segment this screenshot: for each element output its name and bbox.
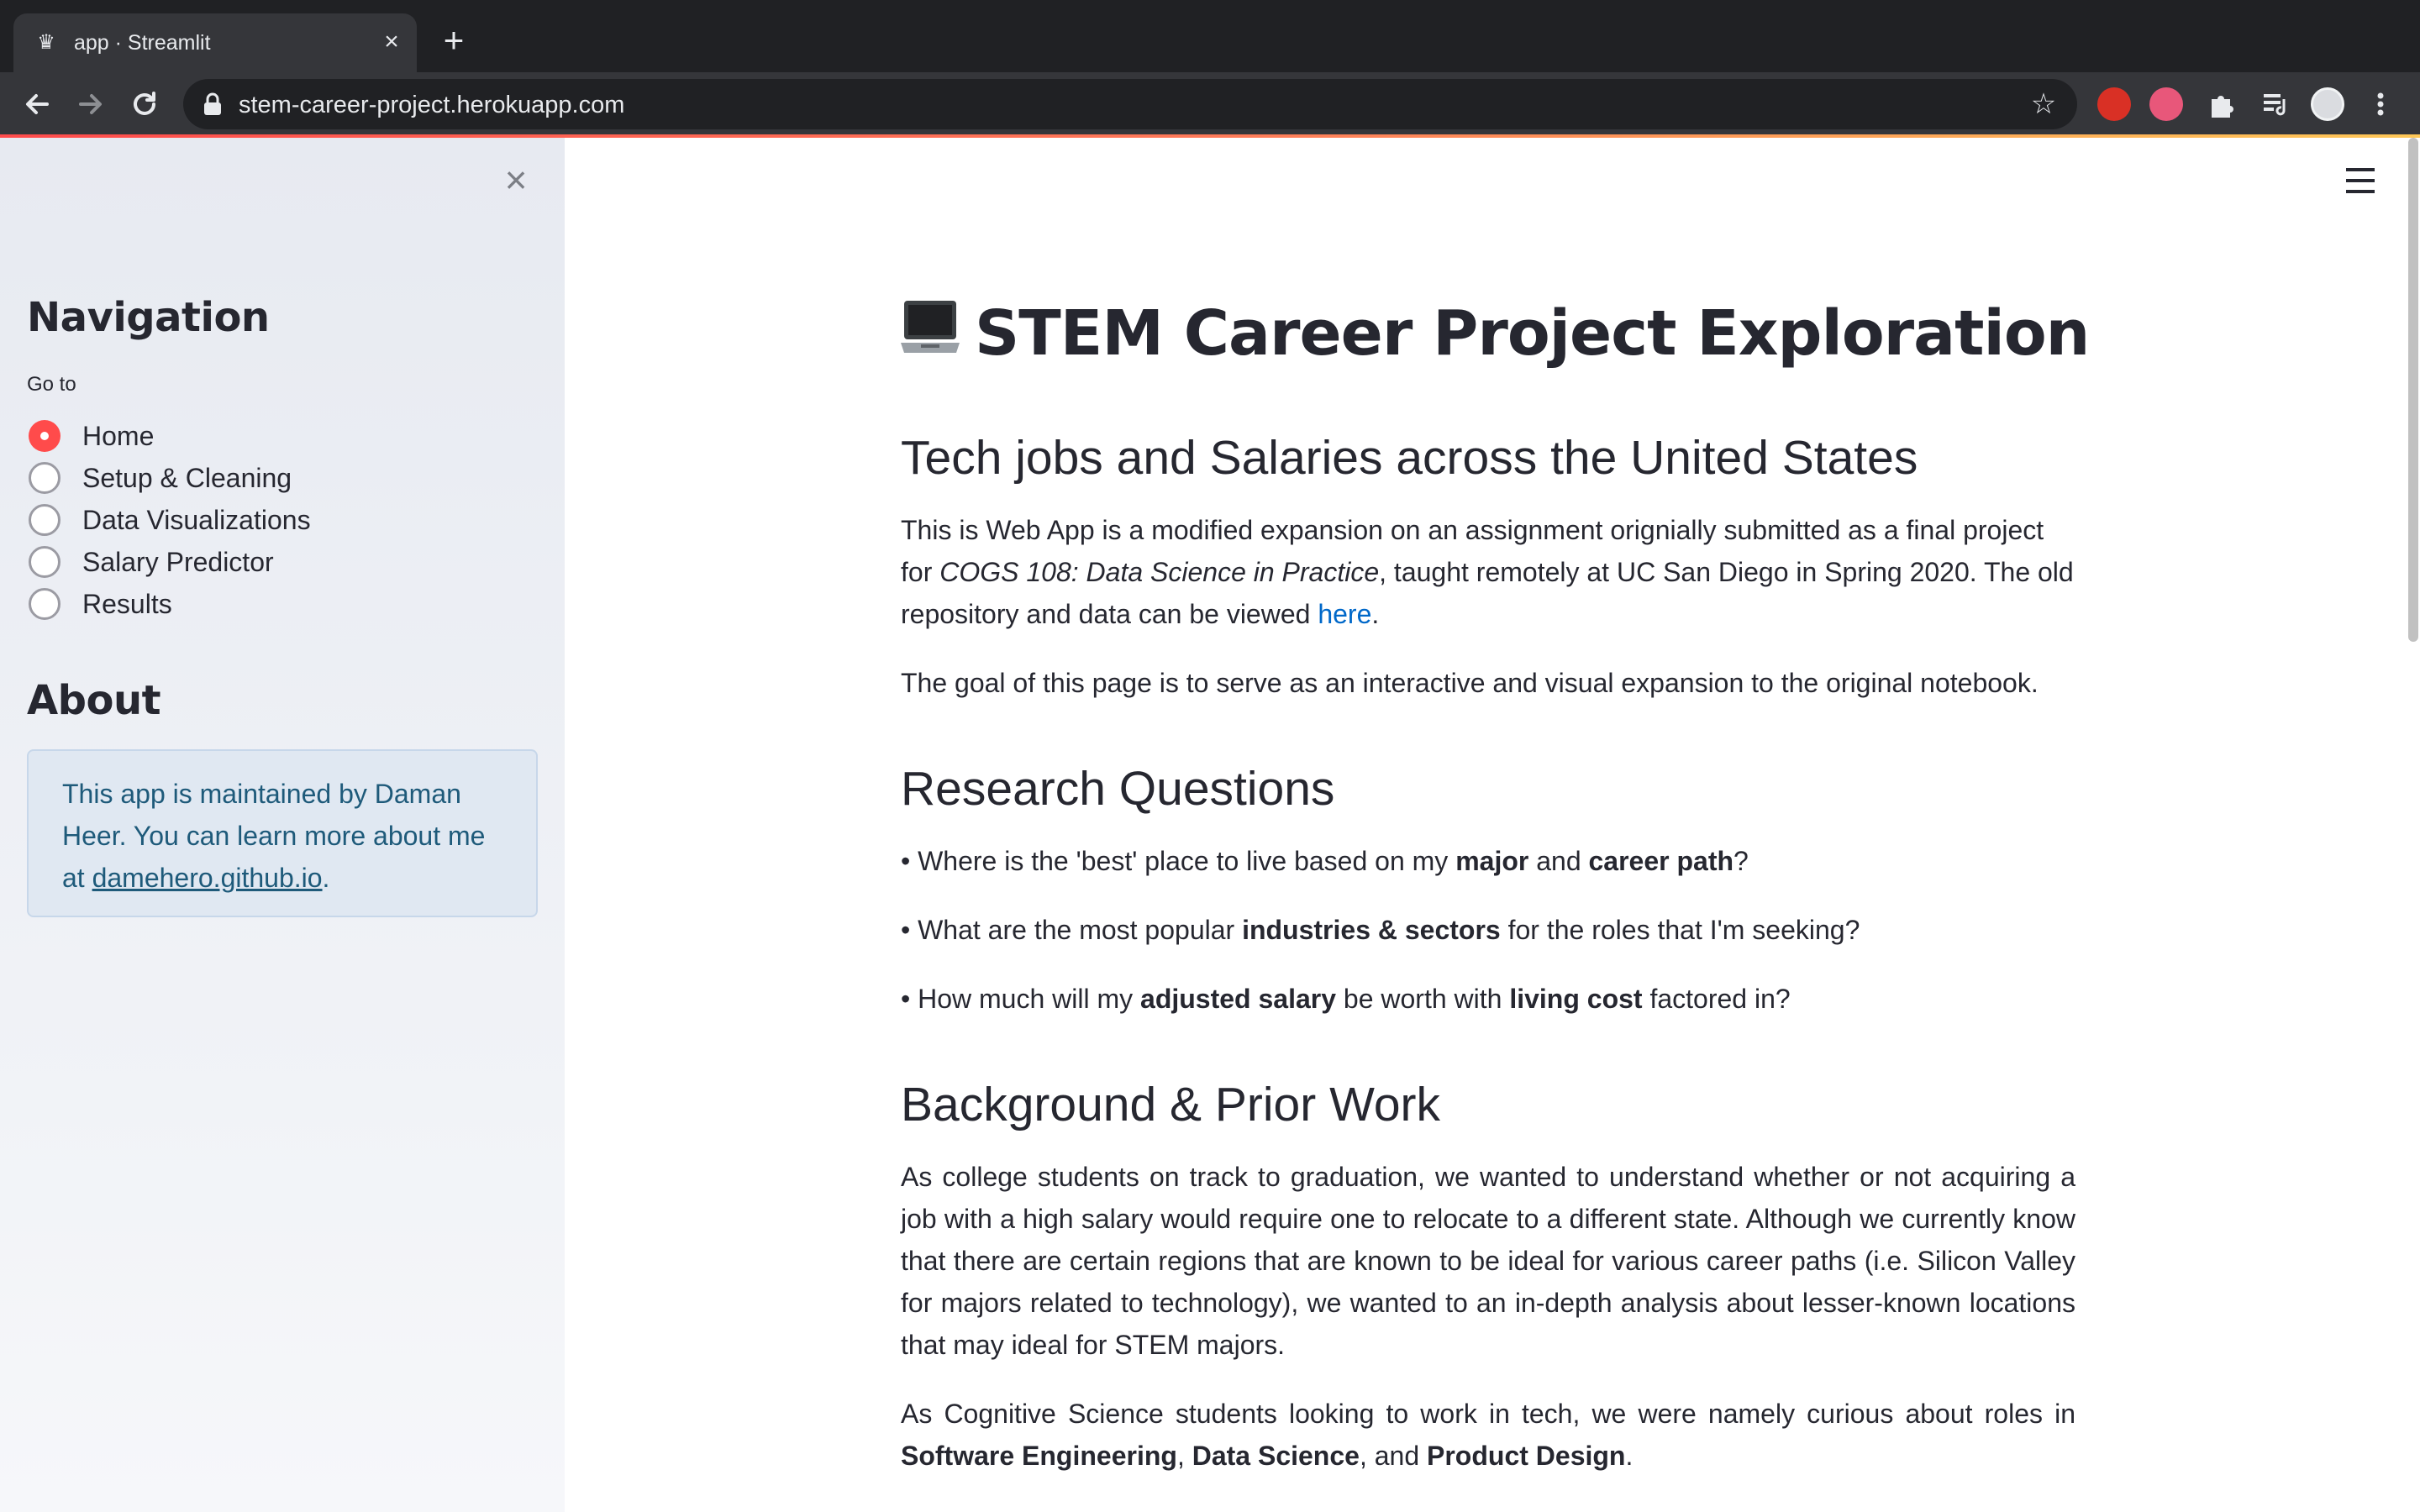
close-tab-icon[interactable]: × xyxy=(376,27,407,57)
profile-avatar-icon[interactable] xyxy=(2311,87,2344,121)
browser-tab-strip: ♛ app · Streamlit × + xyxy=(0,0,2420,72)
adblock-icon[interactable] xyxy=(2097,87,2131,121)
text-part: ? xyxy=(1733,846,1749,876)
browser-toolbar: stem-career-project.herokuapp.com ☆ xyxy=(0,72,2420,136)
radio-option-data-visualizations[interactable]: Data Visualizations xyxy=(29,501,311,539)
streamlit-crown-icon: ♛ xyxy=(37,31,55,54)
browser-tab[interactable]: ♛ app · Streamlit × xyxy=(13,13,417,72)
bold-term: Software Engineering xyxy=(901,1441,1177,1471)
text-part: . xyxy=(1371,599,1380,629)
radio-label[interactable]: Salary Predictor xyxy=(82,545,274,579)
about-info-box: This app is maintained by Daman Heer. Yo… xyxy=(27,749,538,917)
text-part: for the roles that I'm seeking? xyxy=(1500,915,1860,945)
hamburger-menu-icon[interactable] xyxy=(2346,168,2375,193)
bold-term: major xyxy=(1455,846,1529,876)
media-queue-icon[interactable] xyxy=(2259,87,2292,121)
course-name: COGS 108: Data Science in Practice xyxy=(939,557,1380,587)
page-title-text: STEM Career Project Exploration xyxy=(975,297,2090,370)
background-paragraph-2: As Cognitive Science students looking to… xyxy=(901,1393,2075,1477)
extension-t-icon[interactable] xyxy=(2149,87,2183,121)
radio-button[interactable] xyxy=(29,588,60,620)
bookmark-star-icon[interactable]: ☆ xyxy=(2028,89,2059,119)
text-part: • What are the most popular xyxy=(901,915,1243,945)
about-text-part: . xyxy=(322,863,330,893)
bold-term: Product Design xyxy=(1427,1441,1626,1471)
radio-button[interactable] xyxy=(29,420,60,452)
radio-option-salary-predictor[interactable]: Salary Predictor xyxy=(29,543,274,581)
section-heading-background: Background & Prior Work xyxy=(901,1078,1441,1131)
page-scrollbar[interactable] xyxy=(2408,138,2418,642)
text-part: be worth with xyxy=(1336,984,1510,1014)
laptop-icon xyxy=(901,301,960,353)
back-icon[interactable] xyxy=(20,87,54,121)
tab-title: app · Streamlit xyxy=(74,31,211,55)
lock-icon[interactable] xyxy=(202,92,224,116)
radio-button[interactable] xyxy=(29,546,60,578)
more-menu-icon[interactable] xyxy=(2368,87,2393,121)
text-part: , and xyxy=(1359,1441,1427,1471)
close-sidebar-icon[interactable]: × xyxy=(497,160,534,199)
goto-label: Go to xyxy=(27,373,76,396)
radio-label[interactable]: Setup & Cleaning xyxy=(82,461,292,495)
radio-label[interactable]: Home xyxy=(82,419,154,453)
text-part: , xyxy=(1176,1441,1192,1471)
radio-option-setup-cleaning[interactable]: Setup & Cleaning xyxy=(29,459,292,497)
research-question-2: • What are the most popular industries &… xyxy=(901,909,2077,951)
text-part: • How much will my xyxy=(901,984,1141,1014)
about-text: This app is maintained by Daman Heer. Yo… xyxy=(62,773,502,899)
text-part: factored in? xyxy=(1642,984,1791,1014)
section-heading-research-questions: Research Questions xyxy=(901,762,1335,816)
background-paragraph-1: As college students on track to graduati… xyxy=(901,1162,2075,1360)
puzzle-extensions-icon[interactable] xyxy=(2205,87,2238,121)
research-question-3: • How much will my adjusted salary be wo… xyxy=(901,978,2077,1020)
intro-paragraph: This is Web App is a modified expansion … xyxy=(901,509,2077,635)
bold-term: Data Science xyxy=(1192,1441,1360,1471)
radio-option-home[interactable]: Home xyxy=(29,417,154,455)
forward-icon[interactable] xyxy=(74,87,108,121)
radio-button[interactable] xyxy=(29,504,60,536)
navigation-heading: Navigation xyxy=(27,294,270,341)
bold-term: industries & sectors xyxy=(1242,915,1501,945)
about-heading: About xyxy=(27,677,161,724)
text-part: • Where is the 'best' place to live base… xyxy=(901,846,1456,876)
url-text[interactable]: stem-career-project.herokuapp.com xyxy=(239,91,624,119)
page-title: STEM Career Project Exploration xyxy=(901,297,2090,370)
bold-term: adjusted salary xyxy=(1140,984,1337,1014)
reload-icon[interactable] xyxy=(128,87,161,121)
about-link[interactable]: damehero.github.io xyxy=(92,863,323,893)
research-question-1: • Where is the 'best' place to live base… xyxy=(901,840,2077,882)
text-part: and xyxy=(1528,846,1589,876)
section-heading-tech-jobs: Tech jobs and Salaries across the United… xyxy=(901,431,1918,485)
goal-paragraph: The goal of this page is to serve as an … xyxy=(901,668,2039,698)
text-part: As Cognitive Science students looking to… xyxy=(901,1399,2075,1429)
bold-term: career path xyxy=(1588,846,1734,876)
radio-button[interactable] xyxy=(29,462,60,494)
text-part: . xyxy=(1625,1441,1634,1471)
new-tab-icon[interactable]: + xyxy=(437,23,471,58)
sidebar: × Navigation Go to Home Setup & Cleaning… xyxy=(0,138,565,1512)
radio-label[interactable]: Results xyxy=(82,587,172,621)
address-bar[interactable]: stem-career-project.herokuapp.com ☆ xyxy=(183,79,2077,129)
repository-link[interactable]: here xyxy=(1318,599,1371,629)
bold-term: living cost xyxy=(1509,984,1643,1014)
radio-label[interactable]: Data Visualizations xyxy=(82,503,311,537)
radio-option-results[interactable]: Results xyxy=(29,585,172,623)
